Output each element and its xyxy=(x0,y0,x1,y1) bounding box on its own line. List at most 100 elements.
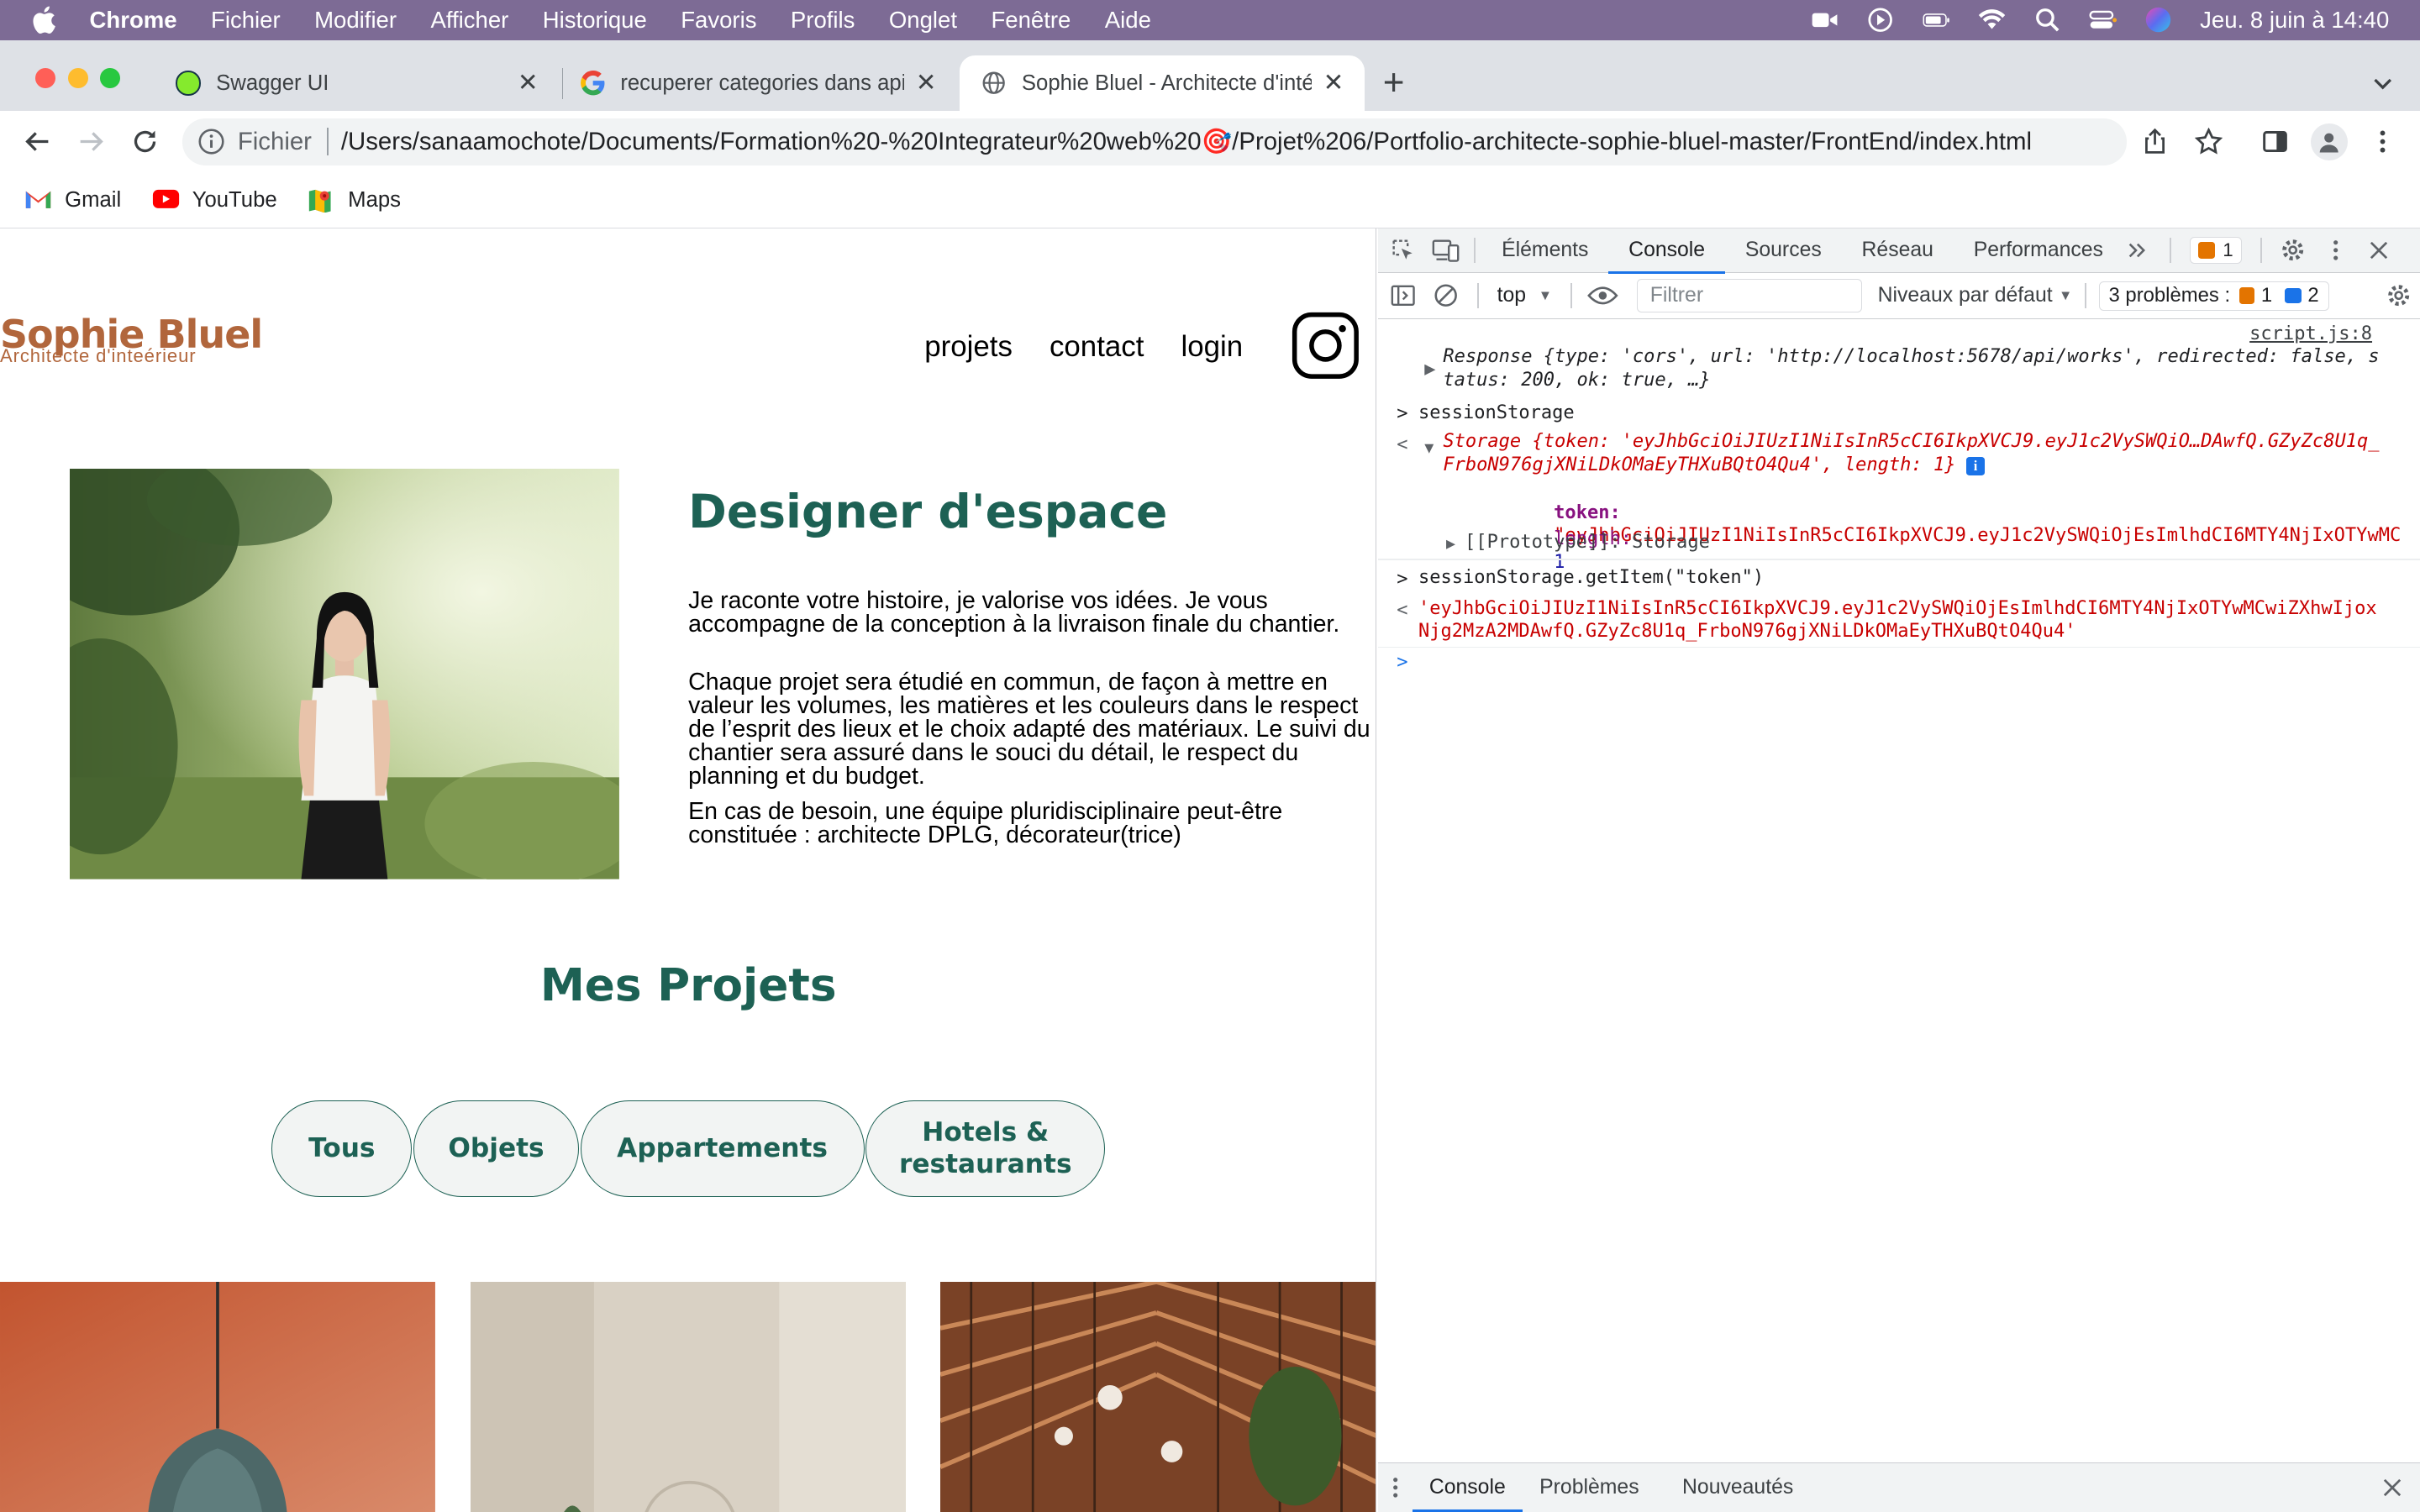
issues-counter-button[interactable]: 3 problèmes : 1 2 xyxy=(2098,281,2329,311)
camera-icon[interactable] xyxy=(1811,8,1839,32)
tab-search-chevron-icon[interactable] xyxy=(2370,71,2395,95)
drawer-tab-console[interactable]: Console xyxy=(1412,1463,1523,1512)
device-toolbar-icon[interactable] xyxy=(1424,228,1467,272)
collapse-triangle-icon[interactable]: ▼ xyxy=(1424,437,1434,460)
spotlight-search-icon[interactable] xyxy=(2033,8,2061,32)
window-zoom-button[interactable] xyxy=(100,67,121,88)
devtools-tab-network[interactable]: Réseau xyxy=(1842,228,1954,272)
project-thumbnail[interactable] xyxy=(471,1282,907,1512)
console-filter-input[interactable]: Filtrer xyxy=(1637,278,1863,313)
bookmark-maps[interactable]: Maps xyxy=(308,188,401,213)
expand-triangle-icon[interactable]: ▶ xyxy=(1446,533,1455,556)
log-levels-dropdown[interactable]: Niveaux par défaut ▼ xyxy=(1878,284,2073,307)
menu-item-fichier[interactable]: Fichier xyxy=(211,7,281,34)
context-selector[interactable]: top ▼ xyxy=(1488,284,1562,307)
toolbar-divider xyxy=(2260,238,2262,263)
profile-avatar-icon[interactable] xyxy=(2310,123,2348,161)
tab-close-icon[interactable]: ✕ xyxy=(515,71,539,95)
chrome-menu-icon[interactable] xyxy=(2368,127,2399,158)
warning-count-badge[interactable]: 1 xyxy=(2189,237,2242,264)
window-close-button[interactable] xyxy=(35,67,56,88)
menu-item-historique[interactable]: Historique xyxy=(543,7,647,34)
getitem-result[interactable]: 'eyJhbGciOiJIUzI1NiIsInR5cCI6IkpXVCJ9.ey… xyxy=(1418,597,2420,621)
input-prompt-icon: > xyxy=(1397,403,1408,425)
reload-icon[interactable] xyxy=(129,127,160,158)
close-drawer-icon[interactable] xyxy=(2370,1465,2413,1509)
context-label: top xyxy=(1497,284,1527,307)
expand-triangle-icon[interactable]: ▶ xyxy=(1424,358,1435,381)
console-log-response[interactable]: Response {type: 'cors', url: 'http://loc… xyxy=(1443,345,2420,369)
sidebar-toggle-icon[interactable] xyxy=(1381,274,1424,318)
play-icon[interactable] xyxy=(1867,8,1895,33)
filter-button-appartements[interactable]: Appartements xyxy=(580,1100,865,1198)
info-badge-icon[interactable]: i xyxy=(1965,456,1986,475)
console-input-sessionstorage[interactable]: sessionStorage xyxy=(1418,402,2420,425)
inspect-element-icon[interactable] xyxy=(1381,228,1424,272)
console-toolbar: top ▼ Filtrer Niveaux par défaut ▼ 3 pro… xyxy=(1378,273,2420,320)
projects-section-title: Mes Projets xyxy=(539,959,837,1012)
address-bar[interactable]: Fichier /Users/sanaamochote/Documents/Fo… xyxy=(182,118,2128,165)
info-message-icon xyxy=(2284,287,2302,304)
drawer-tab-whats-new[interactable]: Nouveautés xyxy=(1665,1463,1811,1512)
project-thumbnail[interactable] xyxy=(939,1282,1376,1512)
new-tab-button[interactable]: + xyxy=(1383,65,1405,102)
side-panel-icon[interactable] xyxy=(2260,127,2291,158)
instagram-icon[interactable] xyxy=(1292,312,1360,380)
close-devtools-icon[interactable] xyxy=(2357,228,2400,272)
menu-item-profils[interactable]: Profils xyxy=(791,7,855,34)
menu-item-onglet[interactable]: Onglet xyxy=(889,7,957,34)
bookmark-gmail[interactable]: Gmail xyxy=(24,188,121,213)
control-center-icon[interactable] xyxy=(2089,8,2117,32)
apple-icon[interactable] xyxy=(31,5,62,36)
bookmark-youtube[interactable]: YouTube xyxy=(152,188,277,213)
nav-link-projets[interactable]: projets xyxy=(924,330,1013,364)
filter-button-tous[interactable]: Tous xyxy=(271,1100,413,1198)
url-text[interactable]: /Users/sanaamochote/Documents/Formation%… xyxy=(341,128,2032,156)
drawer-menu-icon[interactable] xyxy=(1378,1465,1412,1509)
console-settings-gear-icon[interactable] xyxy=(2377,274,2420,318)
more-tabs-chevron-icon[interactable] xyxy=(2123,228,2151,272)
menu-app-name[interactable]: Chrome xyxy=(90,7,177,34)
devtools-tab-elements[interactable]: Éléments xyxy=(1481,228,1608,272)
forward-arrow-icon[interactable] xyxy=(76,127,107,158)
devtools-tab-console[interactable]: Console xyxy=(1608,228,1726,275)
filter-button-hotels-restaurants[interactable]: Hotels & restaurants xyxy=(865,1100,1106,1198)
window-minimize-button[interactable] xyxy=(67,67,88,88)
tab-google-search[interactable]: recuperer categories dans api - ✕ xyxy=(559,55,957,111)
more-options-icon[interactable] xyxy=(2314,228,2357,272)
menubar-clock[interactable]: Jeu. 8 juin à 14:40 xyxy=(2200,7,2389,34)
dropdown-arrow-icon: ▼ xyxy=(2058,287,2073,304)
tab-close-icon[interactable]: ✕ xyxy=(1321,71,1345,95)
youtube-icon xyxy=(152,188,180,213)
live-expression-eye-icon[interactable] xyxy=(1581,274,1624,318)
bookmark-star-icon[interactable] xyxy=(2193,127,2224,158)
siri-icon[interactable] xyxy=(2144,8,2172,33)
menu-item-modifier[interactable]: Modifier xyxy=(314,7,397,34)
battery-icon[interactable] xyxy=(1923,8,1950,32)
console-input-getitem[interactable]: sessionStorage.getItem("token") xyxy=(1418,566,2420,590)
tab-swagger[interactable]: Swagger UI ✕ xyxy=(155,55,559,111)
nav-link-login[interactable]: login xyxy=(1181,330,1244,364)
menu-item-favoris[interactable]: Favoris xyxy=(681,7,756,34)
tab-close-icon[interactable]: ✕ xyxy=(913,71,938,95)
clear-console-icon[interactable] xyxy=(1424,274,1467,318)
menu-item-fenetre[interactable]: Fenêtre xyxy=(991,7,1071,34)
devtools-tab-sources[interactable]: Sources xyxy=(1725,228,1842,272)
devtools-tab-performance[interactable]: Performances xyxy=(1954,228,2123,272)
drawer-tab-problems[interactable]: Problèmes xyxy=(1523,1463,1656,1512)
storage-object-summary[interactable]: Storage {token: 'eyJhbGciOiJIUzI1NiIsInR… xyxy=(1443,430,2420,454)
tab-sophie-bluel[interactable]: Sophie Bluel - Architecte d'inté ✕ xyxy=(960,55,1365,112)
settings-gear-icon[interactable] xyxy=(2271,228,2314,272)
filter-button-objets[interactable]: Objets xyxy=(413,1100,579,1198)
nav-link-contact[interactable]: contact xyxy=(1050,330,1144,364)
wifi-icon[interactable] xyxy=(1978,8,2006,32)
menu-item-aide[interactable]: Aide xyxy=(1105,7,1151,34)
source-link[interactable]: script.js:8 xyxy=(2249,323,2372,346)
share-icon[interactable] xyxy=(2139,127,2170,158)
console-prompt-icon[interactable]: > xyxy=(1397,651,1407,675)
project-thumbnail[interactable] xyxy=(0,1282,435,1512)
info-icon[interactable] xyxy=(197,128,225,155)
storage-prototype-row[interactable]: [[Prototype]]: Storage xyxy=(1465,531,2420,554)
back-arrow-icon[interactable] xyxy=(22,127,53,158)
menu-item-afficher[interactable]: Afficher xyxy=(430,7,508,34)
